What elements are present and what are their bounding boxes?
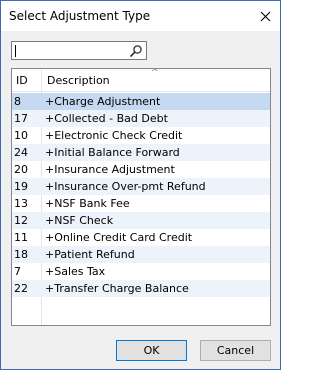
- list-header: ID Description ^: [12, 69, 270, 91]
- table-row[interactable]: 24 +Initial Balance Forward: [12, 144, 270, 161]
- column-header-id[interactable]: ID: [16, 69, 28, 91]
- row-id: 17: [14, 112, 28, 125]
- table-row[interactable]: 11 +Online Credit Card Credit: [12, 229, 270, 246]
- dialog-window: Select Adjustment Type ID Description ^ …: [0, 0, 281, 370]
- search-box[interactable]: [11, 41, 147, 60]
- row-id: 20: [14, 163, 28, 176]
- row-id: 8: [14, 95, 21, 108]
- title-bar: Select Adjustment Type: [1, 1, 280, 31]
- row-id: 10: [14, 129, 28, 142]
- window-title: Select Adjustment Type: [9, 9, 151, 23]
- close-icon: [260, 11, 270, 21]
- row-description: +Patient Refund: [45, 248, 135, 261]
- row-description: +Insurance Over-pmt Refund: [45, 180, 206, 193]
- row-id: 24: [14, 146, 28, 159]
- row-id: 19: [14, 180, 28, 193]
- table-row[interactable]: 7 +Sales Tax: [12, 263, 270, 280]
- close-button[interactable]: [250, 1, 280, 31]
- row-id: 7: [14, 265, 21, 278]
- row-description: +Online Credit Card Credit: [45, 231, 193, 244]
- row-id: 11: [14, 231, 28, 244]
- row-description: +Collected - Bad Debt: [45, 112, 168, 125]
- row-description: +Electronic Check Credit: [45, 129, 183, 142]
- row-description: +Transfer Charge Balance: [45, 282, 189, 295]
- table-row[interactable]: 10 +Electronic Check Credit: [12, 127, 270, 144]
- sort-ascending-icon: ^: [151, 68, 159, 78]
- table-row[interactable]: 22 +Transfer Charge Balance: [12, 280, 270, 297]
- table-row[interactable]: 19 +Insurance Over-pmt Refund: [12, 178, 270, 195]
- table-row[interactable]: 20 +Insurance Adjustment: [12, 161, 270, 178]
- table-row[interactable]: 8 +Charge Adjustment: [12, 93, 270, 110]
- list-rows: 8 +Charge Adjustment 17 +Collected - Bad De…: [12, 93, 270, 297]
- row-id: 22: [14, 282, 28, 295]
- header-divider: [12, 91, 270, 92]
- table-row[interactable]: 13 +NSF Bank Fee: [12, 195, 270, 212]
- row-id: 18: [14, 248, 28, 261]
- ok-button[interactable]: OK: [116, 340, 187, 361]
- adjustment-type-list[interactable]: ID Description ^ 8 +Charge Adjustment 17 +C…: [11, 68, 271, 326]
- row-description: +Sales Tax: [45, 265, 106, 278]
- row-id: 13: [14, 197, 28, 210]
- row-description: +Charge Adjustment: [45, 95, 161, 108]
- table-row[interactable]: 17 +Collected - Bad Debt: [12, 110, 270, 127]
- row-description: +Initial Balance Forward: [45, 146, 180, 159]
- table-row[interactable]: 18 +Patient Refund: [12, 246, 270, 263]
- search-icon[interactable]: [129, 44, 143, 58]
- cancel-button[interactable]: Cancel: [200, 340, 271, 361]
- column-header-description[interactable]: Description: [47, 69, 110, 91]
- row-id: 12: [14, 214, 28, 227]
- row-description: +Insurance Adjustment: [45, 163, 175, 176]
- table-row[interactable]: 12 +NSF Check: [12, 212, 270, 229]
- row-description: +NSF Check: [45, 214, 114, 227]
- row-description: +NSF Bank Fee: [45, 197, 130, 210]
- search-input[interactable]: [14, 43, 128, 58]
